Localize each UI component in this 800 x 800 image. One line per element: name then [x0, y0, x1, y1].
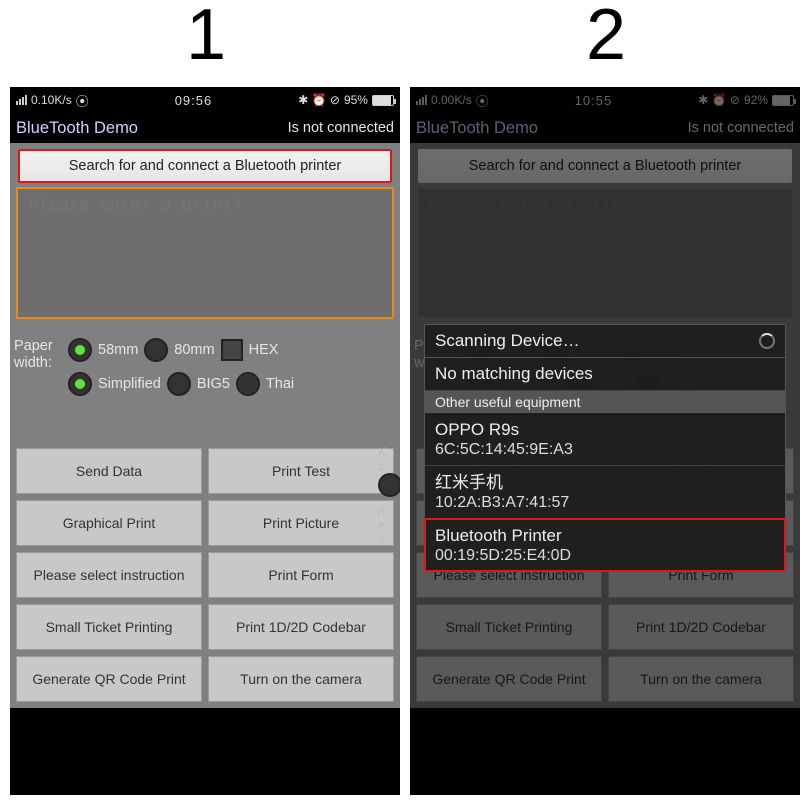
radio-simplified-label: Simplified: [98, 376, 161, 392]
device-name: Bluetooth Printer: [435, 525, 775, 547]
print-picture-button[interactable]: Print Picture: [208, 500, 394, 546]
device-item-redmi[interactable]: 红米手机 10:2A:B3:A7:41:57: [425, 466, 785, 519]
net-speed: 0.10K/s: [31, 93, 72, 107]
small-ticket-button[interactable]: Small Ticket Printing: [416, 604, 602, 650]
signal-icon: [16, 95, 27, 105]
small-ticket-button[interactable]: Small Ticket Printing: [16, 604, 202, 650]
qr-button[interactable]: Generate QR Code Print: [416, 656, 602, 702]
status-icons: ✱ ⏰ ⊘: [298, 93, 340, 107]
battery-icon: [772, 95, 794, 106]
wifi-icon: ⦿: [476, 91, 489, 110]
wifi-icon: ⦿: [76, 91, 89, 110]
device-mac: 00:19:5D:25:E4:0D: [435, 547, 775, 565]
step-number-1: 1: [186, 0, 226, 76]
search-printer-button[interactable]: Search for and connect a Bluetooth print…: [418, 149, 792, 183]
battery-percent: 92%: [744, 93, 768, 107]
print-text-input[interactable]: [418, 189, 792, 317]
app-title-bar: BlueTooth Demo Is not connected: [410, 113, 800, 143]
textarea-wrap: [10, 189, 400, 330]
radio-big5[interactable]: [167, 372, 191, 396]
device-name: 红米手机: [435, 472, 775, 494]
radio-thai[interactable]: [236, 372, 260, 396]
battery-percent: 95%: [344, 93, 368, 107]
radio-80mm[interactable]: [144, 338, 168, 362]
paper-width-label: Paper width:: [14, 338, 62, 372]
step-number-2: 2: [586, 0, 626, 76]
battery-icon: [372, 95, 394, 106]
radio-side[interactable]: [378, 473, 400, 497]
send-data-button[interactable]: Send Data: [16, 448, 202, 494]
truncated-side-text: Kc nea: [378, 445, 398, 546]
search-row: Search for and connect a Bluetooth print…: [410, 143, 800, 189]
select-instruction-button[interactable]: Please select instruction: [16, 552, 202, 598]
status-bar: 0.10K/s ⦿ 09:56 ✱ ⏰ ⊘ 95%: [10, 87, 400, 113]
phone-screenshot-2: 0.00K/s ⦿ 10:55 ✱ ⏰ ⊘ 92% BlueTooth Demo…: [410, 87, 800, 795]
signal-icon: [416, 95, 427, 105]
codebar-button[interactable]: Print 1D/2D Codebar: [608, 604, 794, 650]
codebar-button[interactable]: Print 1D/2D Codebar: [208, 604, 394, 650]
radio-58mm[interactable]: [68, 338, 92, 362]
dialog-section-header: Other useful equipment: [425, 391, 785, 413]
print-form-button[interactable]: Print Form: [208, 552, 394, 598]
camera-button[interactable]: Turn on the camera: [208, 656, 394, 702]
dialog-title: Scanning Device…: [435, 331, 580, 351]
connection-status: Is not connected: [288, 120, 394, 136]
status-icons: ✱ ⏰ ⊘: [698, 93, 740, 107]
app-title: BlueTooth Demo: [416, 119, 538, 138]
connection-status: Is not connected: [688, 120, 794, 136]
textarea-wrap: [410, 189, 800, 330]
print-test-button[interactable]: Print Test: [208, 448, 394, 494]
status-bar: 0.00K/s ⦿ 10:55 ✱ ⏰ ⊘ 92%: [410, 87, 800, 113]
clock: 09:56: [175, 93, 213, 108]
radio-80mm-label: 80mm: [174, 342, 214, 358]
qr-button[interactable]: Generate QR Code Print: [16, 656, 202, 702]
checkbox-hex[interactable]: [221, 339, 243, 361]
search-printer-button[interactable]: Search for and connect a Bluetooth print…: [18, 149, 392, 183]
dialog-no-match: No matching devices: [425, 358, 785, 391]
scan-dialog: Scanning Device… No matching devices Oth…: [424, 324, 786, 572]
checkbox-hex-label: HEX: [249, 342, 279, 358]
graphical-print-button[interactable]: Graphical Print: [16, 500, 202, 546]
clock: 10:55: [575, 93, 613, 108]
device-name: OPPO R9s: [435, 419, 775, 441]
camera-button[interactable]: Turn on the camera: [608, 656, 794, 702]
radio-simplified[interactable]: [68, 372, 92, 396]
print-text-input[interactable]: [18, 189, 392, 317]
device-item-printer[interactable]: Bluetooth Printer 00:19:5D:25:E4:0D: [425, 519, 785, 571]
app-title: BlueTooth Demo: [16, 119, 138, 138]
net-speed: 0.00K/s: [431, 93, 472, 107]
button-grid: Send Data Print Test Graphical Print Pri…: [10, 442, 400, 708]
radio-58mm-label: 58mm: [98, 342, 138, 358]
paper-width-row: Paper width: 58mm 80mm HEX Simplified BI…: [10, 330, 400, 404]
phone-screenshot-1: 0.10K/s ⦿ 09:56 ✱ ⏰ ⊘ 95% BlueTooth Demo…: [10, 87, 400, 795]
device-mac: 10:2A:B3:A7:41:57: [435, 494, 775, 512]
device-mac: 6C:5C:14:45:9E:A3: [435, 441, 775, 459]
spinner-icon: [759, 333, 775, 349]
app-title-bar: BlueTooth Demo Is not connected: [10, 113, 400, 143]
search-row: Search for and connect a Bluetooth print…: [10, 143, 400, 189]
radio-thai-label: Thai: [266, 376, 294, 392]
radio-big5-label: BIG5: [197, 376, 230, 392]
device-item-oppo[interactable]: OPPO R9s 6C:5C:14:45:9E:A3: [425, 413, 785, 466]
